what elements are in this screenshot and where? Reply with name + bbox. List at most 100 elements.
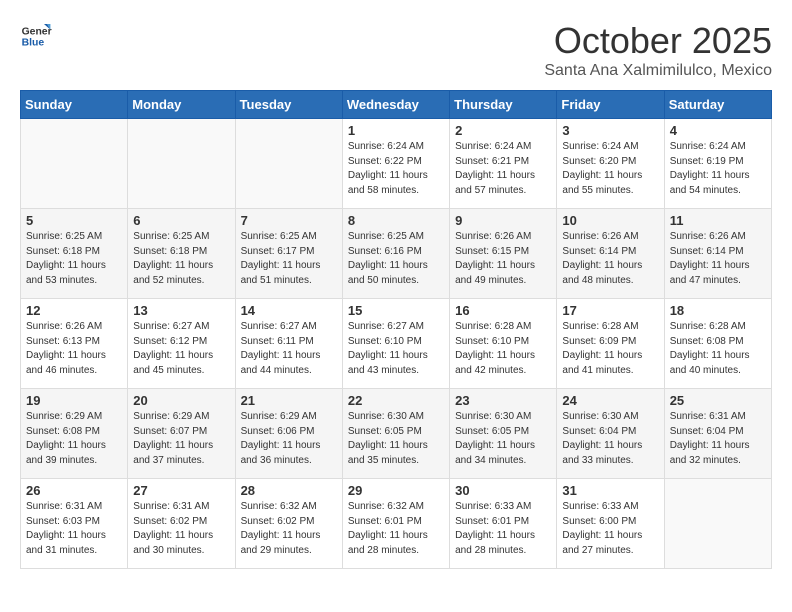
calendar-cell: 5Sunrise: 6:25 AMSunset: 6:18 PMDaylight… bbox=[21, 209, 128, 299]
calendar-cell: 19 Sunrise: 6:29 AMSunset: 6:08 PMDayligh… bbox=[21, 389, 128, 479]
day-number: 11 bbox=[670, 213, 766, 228]
calendar-week-row: 1 Sunrise: 6:24 AMSunset: 6:22 PMDaylight… bbox=[21, 119, 772, 209]
day-info: Sunrise: 6:30 AMSunset: 6:04 PMDaylight:… bbox=[562, 410, 658, 468]
calendar-cell: 22 Sunrise: 6:30 AMSunset: 6:05 PMDayligh… bbox=[342, 389, 449, 479]
calendar-cell: 21Sunrise: 6:29 AMSunset: 6:06 PMDayligh… bbox=[235, 389, 342, 479]
day-info: Sunrise: 6:28 AMSunset: 6:08 PMDaylight:… bbox=[670, 320, 766, 378]
calendar-cell: 13 Sunrise: 6:27 AMSunset: 6:12 PMDayligh… bbox=[128, 299, 235, 389]
day-info: Sunrise: 6:31 AMSunset: 6:02 PMDaylight:… bbox=[133, 500, 229, 558]
day-number: 24 bbox=[562, 393, 658, 408]
calendar-week-row: 19 Sunrise: 6:29 AMSunset: 6:08 PMDayligh… bbox=[21, 389, 772, 479]
day-number: 30 bbox=[455, 483, 551, 498]
calendar-cell: 29 Sunrise: 6:32 AMSunset: 6:01 PMDayligh… bbox=[342, 479, 449, 569]
calendar-cell: 16 Sunrise: 6:28 AMSunset: 6:10 PMDayligh… bbox=[450, 299, 557, 389]
calendar-cell: 1 Sunrise: 6:24 AMSunset: 6:22 PMDaylight… bbox=[342, 119, 449, 209]
day-info: Sunrise: 6:26 AMSunset: 6:15 PMDaylight:… bbox=[455, 230, 551, 288]
day-number: 9 bbox=[455, 213, 551, 228]
day-info: Sunrise: 6:29 AMSunset: 6:07 PMDaylight:… bbox=[133, 410, 229, 468]
day-info: Sunrise: 6:32 AMSunset: 6:02 PMDaylight:… bbox=[241, 500, 337, 558]
calendar-cell: 27Sunrise: 6:31 AMSunset: 6:02 PMDayligh… bbox=[128, 479, 235, 569]
weekday-header: Thursday bbox=[450, 91, 557, 119]
calendar-cell: 31 Sunrise: 6:33 AMSunset: 6:00 PMDayligh… bbox=[557, 479, 664, 569]
page-header: General Blue October 2025 Santa Ana Xalm… bbox=[20, 20, 772, 80]
day-info: Sunrise: 6:32 AMSunset: 6:01 PMDaylight:… bbox=[348, 500, 444, 558]
day-number: 6 bbox=[133, 213, 229, 228]
day-number: 28 bbox=[241, 483, 337, 498]
calendar-cell: 23 Sunrise: 6:30 AMSunset: 6:05 PMDayligh… bbox=[450, 389, 557, 479]
month-title: October 2025 bbox=[544, 20, 772, 62]
calendar-week-row: 5Sunrise: 6:25 AMSunset: 6:18 PMDaylight… bbox=[21, 209, 772, 299]
calendar-cell: 17Sunrise: 6:28 AMSunset: 6:09 PMDayligh… bbox=[557, 299, 664, 389]
day-number: 1 bbox=[348, 123, 444, 138]
calendar-cell: 9 Sunrise: 6:26 AMSunset: 6:15 PMDaylight… bbox=[450, 209, 557, 299]
calendar-cell: 18 Sunrise: 6:28 AMSunset: 6:08 PMDayligh… bbox=[664, 299, 771, 389]
day-info: Sunrise: 6:25 AMSunset: 6:18 PMDaylight:… bbox=[26, 230, 122, 288]
calendar-cell: 30 Sunrise: 6:33 AMSunset: 6:01 PMDayligh… bbox=[450, 479, 557, 569]
weekday-header: Monday bbox=[128, 91, 235, 119]
calendar-cell: 15 Sunrise: 6:27 AMSunset: 6:10 PMDayligh… bbox=[342, 299, 449, 389]
day-number: 19 bbox=[26, 393, 122, 408]
calendar-week-row: 12 Sunrise: 6:26 AMSunset: 6:13 PMDayligh… bbox=[21, 299, 772, 389]
title-block: October 2025 Santa Ana Xalmimilulco, Mex… bbox=[544, 20, 772, 80]
calendar-cell: 8Sunrise: 6:25 AMSunset: 6:16 PMDaylight… bbox=[342, 209, 449, 299]
day-number: 7 bbox=[241, 213, 337, 228]
weekday-header: Saturday bbox=[664, 91, 771, 119]
weekday-header: Friday bbox=[557, 91, 664, 119]
calendar-cell bbox=[21, 119, 128, 209]
day-info: Sunrise: 6:26 AMSunset: 6:13 PMDaylight:… bbox=[26, 320, 122, 378]
day-number: 2 bbox=[455, 123, 551, 138]
calendar-cell: 14 Sunrise: 6:27 AMSunset: 6:11 PMDayligh… bbox=[235, 299, 342, 389]
day-info: Sunrise: 6:24 AMSunset: 6:22 PMDaylight:… bbox=[348, 140, 444, 198]
calendar-cell: 2Sunrise: 6:24 AMSunset: 6:21 PMDaylight… bbox=[450, 119, 557, 209]
day-info: Sunrise: 6:27 AMSunset: 6:10 PMDaylight:… bbox=[348, 320, 444, 378]
day-info: Sunrise: 6:25 AMSunset: 6:16 PMDaylight:… bbox=[348, 230, 444, 288]
day-info: Sunrise: 6:30 AMSunset: 6:05 PMDaylight:… bbox=[348, 410, 444, 468]
day-info: Sunrise: 6:28 AMSunset: 6:10 PMDaylight:… bbox=[455, 320, 551, 378]
day-number: 31 bbox=[562, 483, 658, 498]
location-subtitle: Santa Ana Xalmimilulco, Mexico bbox=[544, 62, 772, 80]
day-number: 23 bbox=[455, 393, 551, 408]
logo-icon: General Blue bbox=[20, 20, 52, 52]
logo: General Blue bbox=[20, 20, 52, 52]
day-number: 3 bbox=[562, 123, 658, 138]
day-number: 18 bbox=[670, 303, 766, 318]
calendar-week-row: 26Sunrise: 6:31 AMSunset: 6:03 PMDayligh… bbox=[21, 479, 772, 569]
day-info: Sunrise: 6:33 AMSunset: 6:00 PMDaylight:… bbox=[562, 500, 658, 558]
day-info: Sunrise: 6:26 AMSunset: 6:14 PMDaylight:… bbox=[562, 230, 658, 288]
calendar-cell: 26Sunrise: 6:31 AMSunset: 6:03 PMDayligh… bbox=[21, 479, 128, 569]
calendar-cell: 6 Sunrise: 6:25 AMSunset: 6:18 PMDaylight… bbox=[128, 209, 235, 299]
day-number: 29 bbox=[348, 483, 444, 498]
day-number: 20 bbox=[133, 393, 229, 408]
day-info: Sunrise: 6:25 AMSunset: 6:18 PMDaylight:… bbox=[133, 230, 229, 288]
day-info: Sunrise: 6:28 AMSunset: 6:09 PMDaylight:… bbox=[562, 320, 658, 378]
calendar-header-row: SundayMondayTuesdayWednesdayThursdayFrid… bbox=[21, 91, 772, 119]
day-number: 15 bbox=[348, 303, 444, 318]
day-number: 14 bbox=[241, 303, 337, 318]
day-info: Sunrise: 6:25 AMSunset: 6:17 PMDaylight:… bbox=[241, 230, 337, 288]
day-info: Sunrise: 6:26 AMSunset: 6:14 PMDaylight:… bbox=[670, 230, 766, 288]
day-number: 16 bbox=[455, 303, 551, 318]
day-number: 26 bbox=[26, 483, 122, 498]
calendar-cell: 20 Sunrise: 6:29 AMSunset: 6:07 PMDayligh… bbox=[128, 389, 235, 479]
day-info: Sunrise: 6:27 AMSunset: 6:12 PMDaylight:… bbox=[133, 320, 229, 378]
day-info: Sunrise: 6:27 AMSunset: 6:11 PMDaylight:… bbox=[241, 320, 337, 378]
day-number: 22 bbox=[348, 393, 444, 408]
svg-text:General: General bbox=[22, 26, 52, 37]
day-number: 12 bbox=[26, 303, 122, 318]
day-number: 4 bbox=[670, 123, 766, 138]
calendar-cell bbox=[664, 479, 771, 569]
day-number: 13 bbox=[133, 303, 229, 318]
calendar-cell: 7 Sunrise: 6:25 AMSunset: 6:17 PMDaylight… bbox=[235, 209, 342, 299]
day-info: Sunrise: 6:29 AMSunset: 6:08 PMDaylight:… bbox=[26, 410, 122, 468]
svg-text:Blue: Blue bbox=[22, 38, 45, 49]
calendar-cell: 3 Sunrise: 6:24 AMSunset: 6:20 PMDaylight… bbox=[557, 119, 664, 209]
calendar-cell: 28 Sunrise: 6:32 AMSunset: 6:02 PMDayligh… bbox=[235, 479, 342, 569]
day-info: Sunrise: 6:33 AMSunset: 6:01 PMDaylight:… bbox=[455, 500, 551, 558]
calendar-cell: 24 Sunrise: 6:30 AMSunset: 6:04 PMDayligh… bbox=[557, 389, 664, 479]
calendar-cell: 25Sunrise: 6:31 AMSunset: 6:04 PMDayligh… bbox=[664, 389, 771, 479]
calendar-cell: 4Sunrise: 6:24 AMSunset: 6:19 PMDaylight… bbox=[664, 119, 771, 209]
day-number: 25 bbox=[670, 393, 766, 408]
day-info: Sunrise: 6:30 AMSunset: 6:05 PMDaylight:… bbox=[455, 410, 551, 468]
day-info: Sunrise: 6:24 AMSunset: 6:20 PMDaylight:… bbox=[562, 140, 658, 198]
calendar-cell bbox=[235, 119, 342, 209]
